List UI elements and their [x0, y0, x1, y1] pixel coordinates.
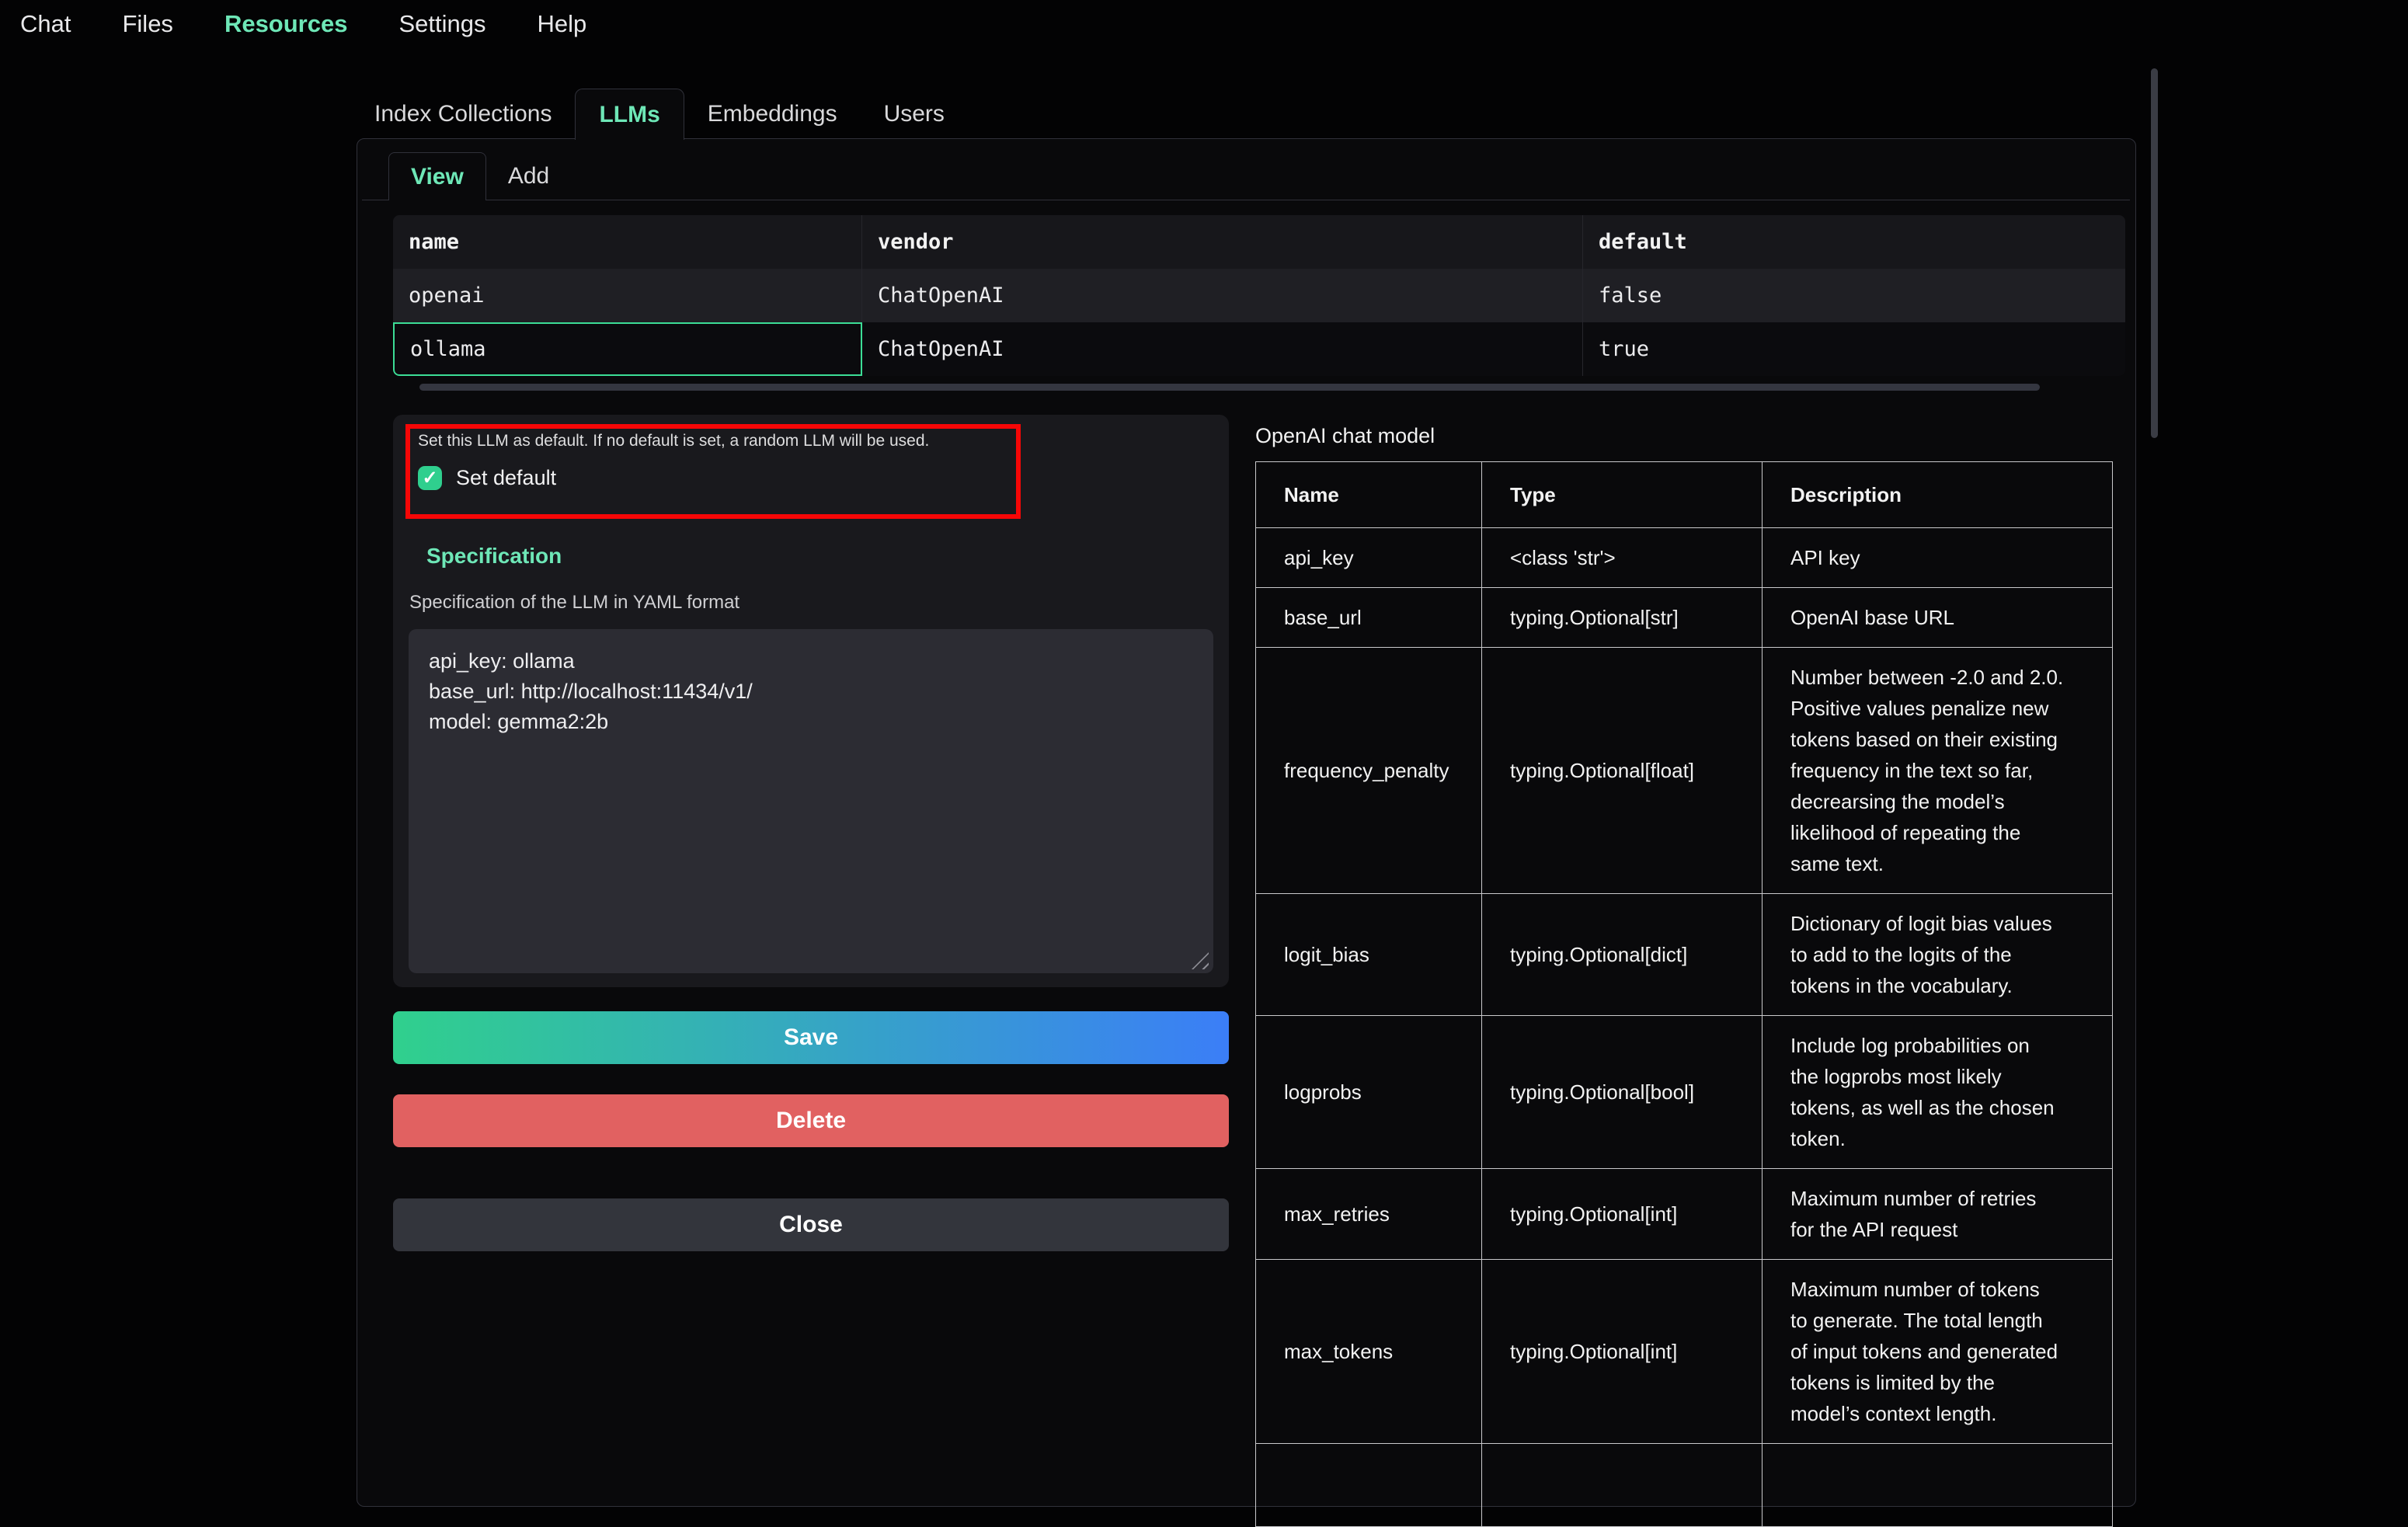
table-row: base_url typing.Optional[str] OpenAI bas… [1256, 588, 2113, 648]
table-row: max_tokens typing.Optional[int] Maximum … [1256, 1260, 2113, 1444]
model-col-name: Name [1256, 462, 1482, 528]
param-name: api_key [1256, 528, 1482, 588]
nav-item-help[interactable]: Help [537, 10, 586, 38]
param-name: logprobs [1256, 1016, 1482, 1169]
checkmark-icon: ✓ [422, 469, 437, 488]
llm-cell-name[interactable]: openai [393, 269, 862, 322]
param-name: frequency_penalty [1256, 648, 1482, 894]
param-description [1763, 1444, 2113, 1527]
param-type: typing.Optional[bool] [1482, 1016, 1763, 1169]
table-row[interactable]: openai ChatOpenAI false [393, 269, 2125, 322]
param-name: max_tokens [1256, 1260, 1482, 1444]
nav-item-settings[interactable]: Settings [398, 10, 485, 38]
yaml-spec-textarea[interactable]: api_key: ollama base_url: http://localho… [409, 629, 1213, 973]
tab-users[interactable]: Users [861, 89, 968, 139]
llm-cell-default[interactable]: false [1583, 269, 2125, 322]
view-add-subtabs: View Add [362, 152, 2130, 200]
param-description: Maximum number of tokens to generate. Th… [1763, 1260, 2113, 1444]
llm-cell-vendor[interactable]: ChatOpenAI [862, 322, 1583, 376]
param-type: typing.Optional[dict] [1482, 894, 1763, 1016]
llm-col-header-vendor: vendor [862, 215, 1583, 269]
tab-embeddings[interactable]: Embeddings [684, 89, 861, 139]
llm-table-header-row: name vendor default [393, 215, 2125, 269]
param-description: Include log probabilities on the logprob… [1763, 1016, 2113, 1169]
llm-col-header-name: name [393, 215, 862, 269]
subtab-add[interactable]: Add [486, 152, 571, 200]
param-description: Dictionary of logit bias values to add t… [1763, 894, 2113, 1016]
top-navigation: Chat Files Resources Settings Help [20, 0, 586, 48]
llm-cell-name-selected[interactable]: ollama [393, 322, 862, 376]
param-type: typing.Optional[int] [1482, 1169, 1763, 1260]
table-row-selected[interactable]: ollama ChatOpenAI true [393, 322, 2125, 376]
set-default-annotation-box: Set this LLM as default. If no default i… [405, 424, 1021, 519]
llm-col-header-default: default [1583, 215, 2125, 269]
param-type: <class 'str'> [1482, 528, 1763, 588]
delete-button[interactable]: Delete [393, 1094, 1229, 1147]
param-type: typing.Optional[str] [1482, 588, 1763, 648]
tab-llms[interactable]: LLMs [575, 89, 684, 140]
param-name: base_url [1256, 588, 1482, 648]
set-default-hint: Set this LLM as default. If no default i… [418, 432, 929, 450]
table-row: logit_bias typing.Optional[dict] Diction… [1256, 894, 2113, 1016]
llm-cell-vendor[interactable]: ChatOpenAI [862, 269, 1583, 322]
model-col-description: Description [1763, 462, 2113, 528]
nav-item-resources[interactable]: Resources [224, 10, 348, 38]
specification-hint: Specification of the LLM in YAML format [409, 592, 739, 614]
table-row: api_key <class 'str'> API key [1256, 528, 2113, 588]
param-name: max_retries [1256, 1169, 1482, 1260]
save-button[interactable]: Save [393, 1011, 1229, 1064]
horizontal-scrollbar[interactable] [419, 384, 2040, 391]
model-table-header-row: Name Type Description [1256, 462, 2113, 528]
llm-list-table: name vendor default openai ChatOpenAI fa… [393, 215, 2125, 376]
model-info-title: OpenAI chat model [1255, 424, 1435, 448]
param-type [1482, 1444, 1763, 1527]
param-type: typing.Optional[float] [1482, 648, 1763, 894]
nav-item-chat[interactable]: Chat [20, 10, 71, 38]
nav-item-files[interactable]: Files [122, 10, 172, 38]
param-description: Maximum number of retries for the API re… [1763, 1169, 2113, 1260]
table-row: logprobs typing.Optional[bool] Include l… [1256, 1016, 2113, 1169]
llm-cell-default[interactable]: true [1583, 322, 2125, 376]
model-col-type: Type [1482, 462, 1763, 528]
table-row: frequency_penalty typing.Optional[float]… [1256, 648, 2113, 894]
specification-heading: Specification [426, 544, 562, 569]
param-description: OpenAI base URL [1763, 588, 2113, 648]
param-description: API key [1763, 528, 2113, 588]
set-default-checkbox[interactable]: ✓ [418, 466, 442, 490]
param-description: Number between -2.0 and 2.0. Positive va… [1763, 648, 2113, 894]
set-default-row: ✓ Set default [418, 466, 556, 490]
table-row: max_retries typing.Optional[int] Maximum… [1256, 1169, 2113, 1260]
close-button[interactable]: Close [393, 1198, 1229, 1251]
param-type: typing.Optional[int] [1482, 1260, 1763, 1444]
subtab-view[interactable]: View [388, 152, 486, 200]
tab-index-collections[interactable]: Index Collections [357, 89, 575, 139]
vertical-scrollbar[interactable] [2151, 68, 2158, 438]
table-row-partial [1256, 1444, 2113, 1527]
model-info-table: Name Type Description api_key <class 'st… [1255, 461, 2113, 1527]
param-name [1256, 1444, 1482, 1527]
resource-tabs: Index Collections LLMs Embeddings Users [357, 89, 968, 139]
set-default-label[interactable]: Set default [456, 466, 556, 490]
param-name: logit_bias [1256, 894, 1482, 1016]
